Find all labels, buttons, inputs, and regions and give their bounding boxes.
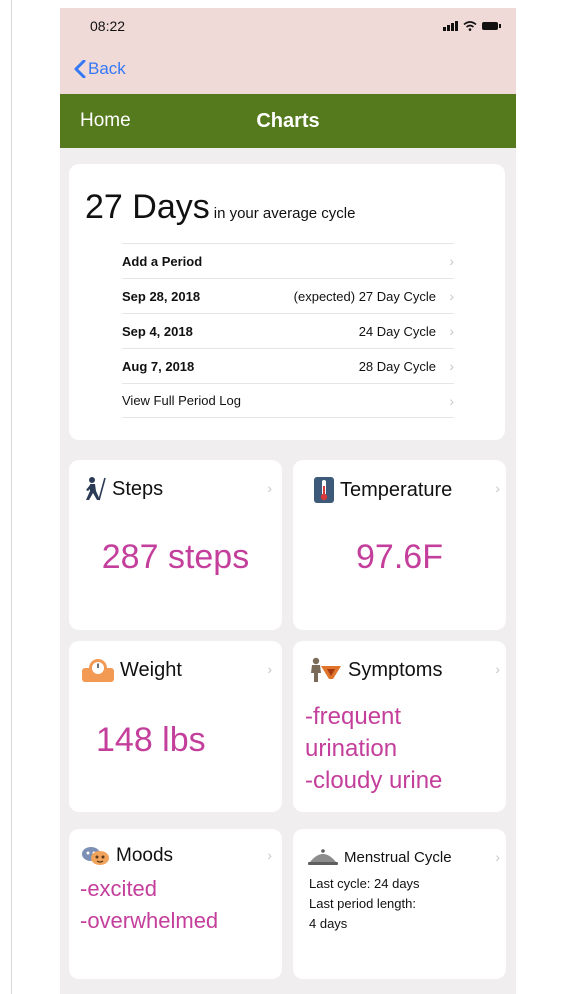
chevron-right-icon: › bbox=[495, 849, 500, 865]
temperature-tile[interactable]: Temperature › 97.6F bbox=[293, 460, 506, 630]
signal-icon bbox=[443, 21, 458, 31]
wifi-icon bbox=[463, 21, 477, 31]
period-row-detail: 24 Day Cycle bbox=[358, 323, 436, 339]
steps-header: Steps bbox=[81, 476, 163, 502]
battery-icon bbox=[482, 22, 501, 30]
symptom-item: -frequent bbox=[305, 703, 402, 730]
period-list: Add a Period › Sep 28, 2018 (expected) 2… bbox=[122, 243, 454, 418]
chevron-right-icon: › bbox=[449, 323, 454, 339]
period-row-detail: 28 Day Cycle bbox=[358, 358, 436, 374]
symptoms-header: Symptoms bbox=[307, 657, 442, 683]
chevron-right-icon: › bbox=[449, 288, 454, 304]
scale-icon bbox=[81, 657, 115, 683]
menstrual-cycle-title: Menstrual Cycle bbox=[344, 848, 452, 866]
menstrual-cycle-header: Menstrual Cycle bbox=[307, 847, 452, 867]
period-row-date: Aug 7, 2018 bbox=[122, 358, 195, 374]
masks-icon bbox=[81, 845, 111, 867]
chevron-right-icon: › bbox=[495, 480, 500, 496]
period-row[interactable]: Sep 4, 2018 24 Day Cycle › bbox=[122, 313, 454, 348]
home-link[interactable]: Home bbox=[60, 110, 131, 132]
temperature-value: 97.6F bbox=[356, 538, 443, 576]
chevron-right-icon: › bbox=[267, 847, 272, 863]
back-button[interactable]: Back bbox=[74, 59, 126, 79]
period-row[interactable]: Aug 7, 2018 28 Day Cycle › bbox=[122, 348, 454, 383]
phone-screen: 08:22 Back Home Charts 27 Days in your av bbox=[60, 8, 516, 994]
weight-tile[interactable]: Weight › 148 lbs bbox=[69, 641, 282, 812]
average-cycle-caption: in your average cycle bbox=[213, 205, 356, 222]
symptom-item: urination bbox=[305, 735, 398, 762]
temperature-header: Temperature bbox=[313, 476, 452, 504]
period-row-label: Add a Period bbox=[122, 253, 203, 269]
status-bar: 08:22 bbox=[60, 8, 516, 44]
period-row-label: View Full Period Log bbox=[122, 393, 241, 408]
body-icon bbox=[307, 657, 343, 683]
temperature-title: Temperature bbox=[340, 478, 453, 501]
moods-title: Moods bbox=[116, 845, 174, 866]
chevron-right-icon: › bbox=[449, 358, 454, 374]
last-period-length-label: Last period length: bbox=[309, 896, 416, 911]
symptom-item: -cloudy urine bbox=[305, 767, 443, 794]
cloche-icon bbox=[307, 847, 339, 867]
chevron-right-icon: › bbox=[267, 661, 272, 677]
back-row: Back bbox=[60, 44, 516, 94]
cycle-heading: 27 Days in your average cycle bbox=[85, 188, 355, 227]
chevron-left-icon bbox=[74, 60, 86, 78]
weight-header: Weight bbox=[81, 657, 182, 683]
average-cycle-days: 27 Days bbox=[85, 188, 210, 226]
last-period-length-value: 4 days bbox=[309, 916, 348, 931]
mood-item: -excited bbox=[80, 876, 158, 901]
steps-title: Steps bbox=[112, 477, 164, 500]
menstrual-cycle-tile[interactable]: Menstrual Cycle › Last cycle: 24 days La… bbox=[293, 829, 506, 979]
chevron-right-icon: › bbox=[495, 661, 500, 677]
chevron-right-icon: › bbox=[449, 253, 454, 269]
status-icons bbox=[443, 21, 501, 31]
period-row-date: Sep 28, 2018 bbox=[122, 288, 201, 304]
chevron-right-icon: › bbox=[267, 480, 272, 496]
chevron-right-icon: › bbox=[449, 392, 454, 409]
moods-header: Moods bbox=[81, 845, 173, 867]
thermometer-icon bbox=[313, 476, 335, 504]
moods-list: -excited -overwhelmed bbox=[80, 873, 218, 937]
steps-value: 287 steps bbox=[101, 538, 250, 576]
period-row[interactable]: Sep 28, 2018 (expected) 27 Day Cycle › bbox=[122, 278, 454, 313]
moods-tile[interactable]: Moods › -excited -overwhelmed bbox=[69, 829, 282, 979]
mood-item: -overwhelmed bbox=[80, 908, 219, 933]
add-period-row[interactable]: Add a Period › bbox=[122, 243, 454, 278]
walking-person-icon bbox=[81, 476, 107, 502]
steps-tile[interactable]: Steps › 287 steps bbox=[69, 460, 282, 630]
status-time: 08:22 bbox=[90, 18, 126, 34]
view-period-log-row[interactable]: View Full Period Log › bbox=[122, 383, 454, 418]
left-divider bbox=[11, 0, 12, 994]
nav-bar: Home Charts bbox=[60, 94, 516, 148]
menstrual-cycle-details: Last cycle: 24 days Last period length: … bbox=[309, 874, 420, 934]
period-row-date: Sep 4, 2018 bbox=[122, 323, 193, 339]
symptoms-title: Symptoms bbox=[348, 658, 443, 681]
weight-value: 148 lbs bbox=[96, 721, 206, 759]
last-cycle-text: Last cycle: 24 days bbox=[309, 876, 420, 891]
symptoms-tile[interactable]: Symptoms › -frequent urination -cloudy u… bbox=[293, 641, 506, 812]
weight-title: Weight bbox=[120, 658, 182, 681]
symptoms-list: -frequent urination -cloudy urine bbox=[305, 701, 442, 797]
period-row-detail: (expected) 27 Day Cycle bbox=[293, 288, 436, 304]
back-label: Back bbox=[88, 59, 126, 78]
cycle-summary-card: 27 Days in your average cycle Add a Perio… bbox=[69, 164, 505, 440]
